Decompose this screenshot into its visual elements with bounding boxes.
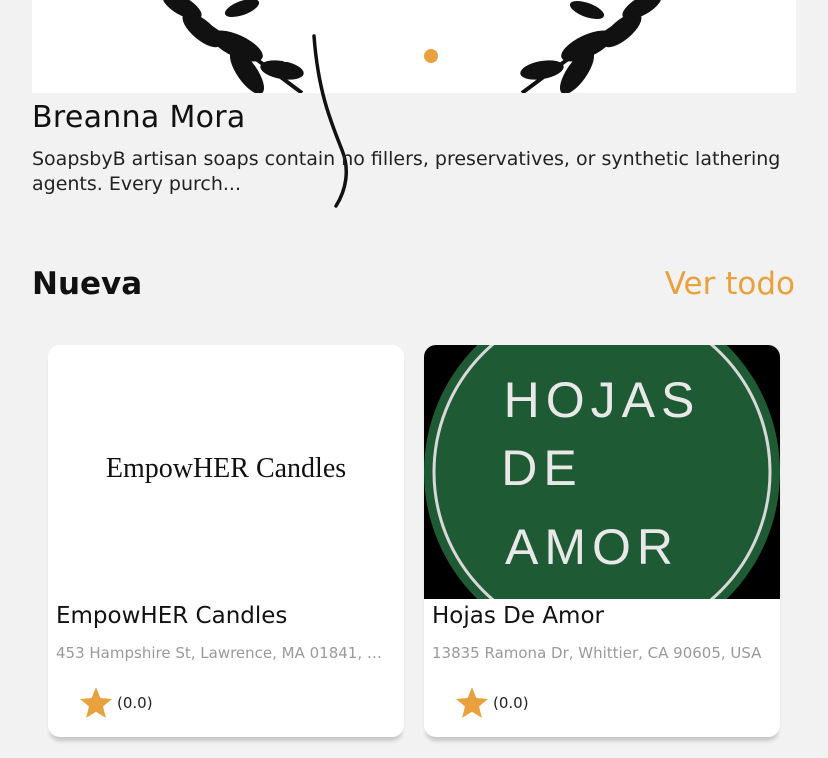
shop-card[interactable]: EmpowHER Candles EmpowHER Candles 453 Ha… [48,345,404,737]
rating-value: (0.0) [493,694,529,712]
seller-description: SoapsbyB artisan soaps contain no filler… [32,148,781,195]
shop-title: Hojas De Amor [432,603,604,629]
star-icon [456,687,488,718]
shop-address: 13835 Ramona Dr, Whittier, CA 90605, USA [432,644,762,662]
logo-text: EmpowHER Candles [106,453,346,484]
section-title: Nueva [32,266,143,302]
carousel-dot[interactable] [280,50,292,62]
shop-title: EmpowHER Candles [56,603,288,629]
shop-address: 453 Hampshire St, Lawrence, MA 01841, U.… [56,644,392,662]
seller-banner-image[interactable] [32,0,796,93]
see-all-link[interactable]: Ver todo [665,266,795,302]
shop-logo-image: EmpowHER Candles [48,345,404,599]
shop-card[interactable]: HOJAS DE AMOR Hojas De Amor 13835 Ramona… [424,345,780,737]
shop-logo-image: HOJAS DE AMOR [424,345,780,599]
logo-line: HOJAS [504,372,701,428]
laurel-wreath-image [162,0,662,93]
logo-line: DE [501,440,582,496]
rating: (0.0) [454,685,529,721]
rating: (0.0) [78,685,153,721]
rating-value: (0.0) [117,694,153,712]
logo-line: AMOR [505,519,679,575]
carousel-dot-active[interactable] [424,49,438,63]
star-icon [80,687,112,718]
seller-name: Breanna Mora [32,100,246,135]
carousel-indicator [32,48,796,64]
